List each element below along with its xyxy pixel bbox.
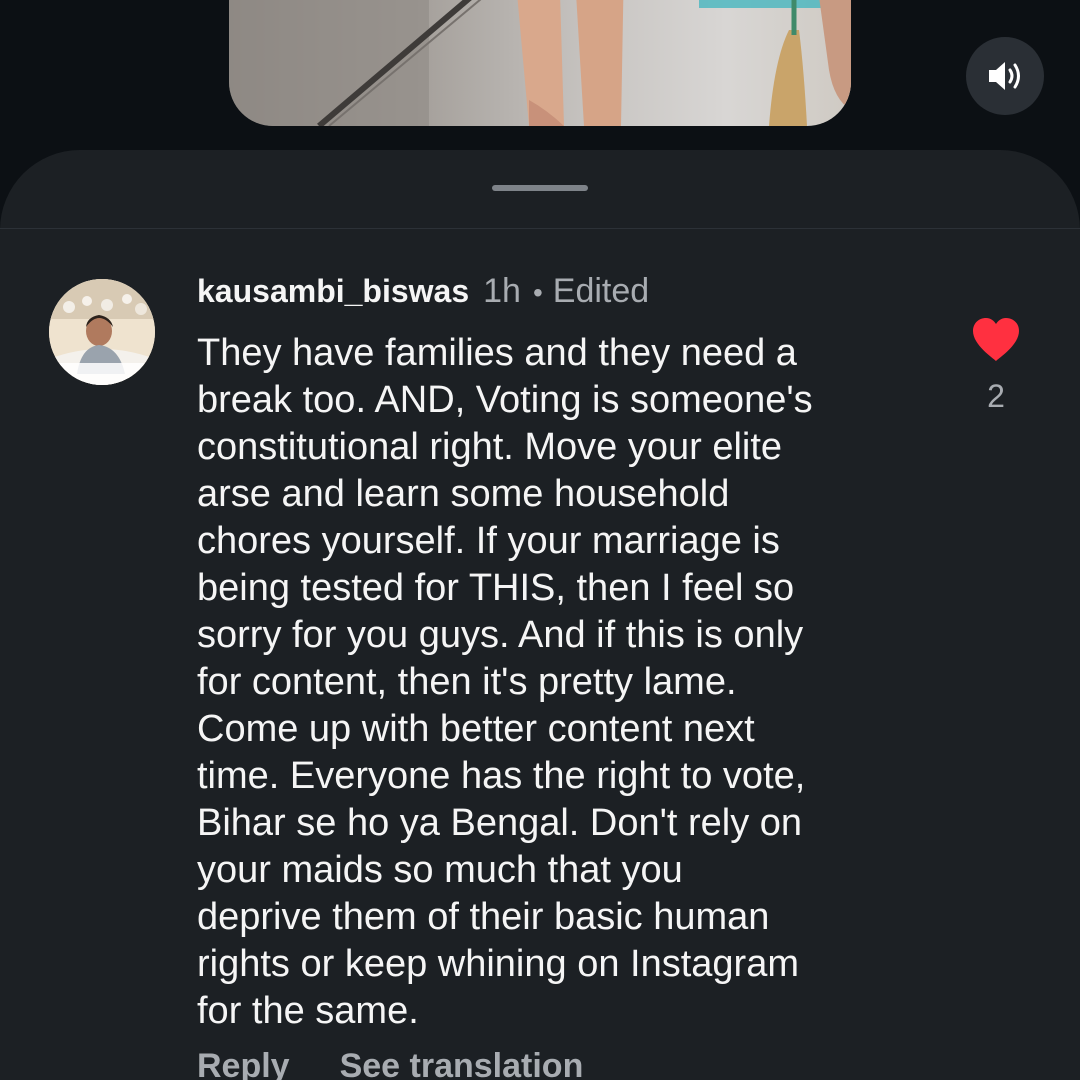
comments-sheet: kausambi_biswas 1h • Edited They have fa…: [0, 150, 1080, 1080]
heart-filled-icon[interactable]: [971, 317, 1021, 363]
comment-header: kausambi_biswas 1h • Edited: [197, 272, 649, 316]
avatar[interactable]: [49, 279, 155, 385]
screen: kausambi_biswas 1h • Edited They have fa…: [0, 0, 1080, 1080]
profile-photo: [49, 279, 155, 385]
comment-text: They have families and they need a break…: [197, 332, 813, 1032]
username[interactable]: kausambi_biswas: [197, 273, 469, 310]
like-count: 2: [987, 378, 1005, 414]
video-frame-illustration: [229, 0, 851, 126]
comment-time: 1h: [483, 272, 521, 310]
speaker-volume-icon: [989, 62, 1020, 90]
divider: [0, 228, 1080, 229]
edited-label: Edited: [552, 272, 650, 310]
see-translation-button[interactable]: See translation: [340, 1047, 584, 1080]
reply-button[interactable]: Reply: [197, 1047, 290, 1080]
sound-toggle-button[interactable]: [966, 37, 1044, 115]
meta-separator: •: [532, 277, 543, 308]
comment-actions: Reply See translation: [197, 1047, 633, 1080]
reel-video-preview[interactable]: [229, 0, 851, 126]
sheet-drag-handle[interactable]: [492, 185, 588, 191]
